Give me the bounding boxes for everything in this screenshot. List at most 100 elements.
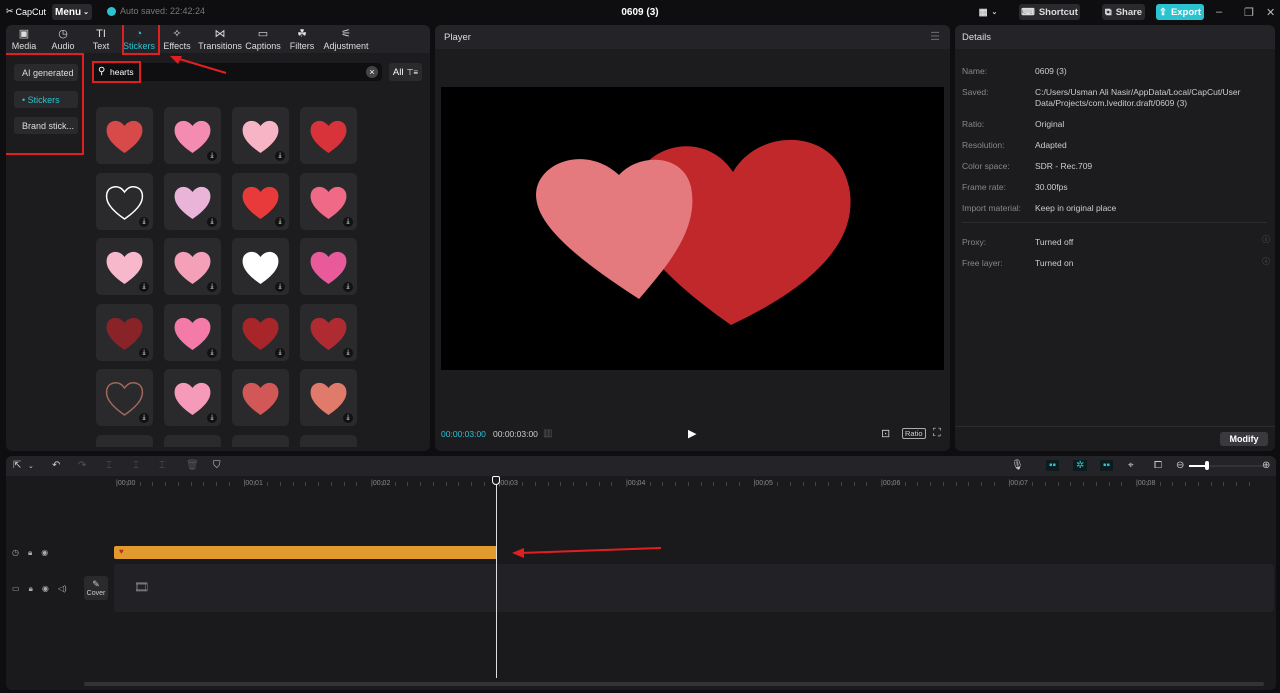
main-video-track[interactable]: 🎞︎ xyxy=(114,564,1274,612)
zoom-in-icon[interactable]: ⊕ xyxy=(1262,460,1270,471)
download-icon[interactable]: ⤓ xyxy=(275,282,285,292)
zoom-fit-icon[interactable]: ⊡ xyxy=(881,427,890,440)
download-icon[interactable]: ⤓ xyxy=(207,282,217,292)
eye-icon[interactable]: ◉ xyxy=(41,548,48,558)
sticker-item[interactable]: ⤓ xyxy=(164,172,221,230)
tab-text[interactable]: TI Text xyxy=(88,25,114,53)
microphone-icon[interactable]: 🎙 xyxy=(1011,460,1024,471)
sidebar-item-brand-stickers[interactable]: Brand stick... xyxy=(14,117,78,134)
timeline-ruler[interactable]: |00:00 |00:01 |00:02 |00:03 |00:04 |00:05 |00:… xyxy=(114,478,1274,490)
tab-transitions[interactable]: ⋈ Transitions xyxy=(198,25,242,53)
split-left-icon[interactable]: ⌶ xyxy=(133,460,139,471)
main-track-magnet-icon[interactable]: ▪▪ xyxy=(1046,460,1060,471)
playhead-handle[interactable] xyxy=(492,476,500,485)
tab-stickers[interactable]: ◔ Stickers xyxy=(122,25,156,53)
tab-filters[interactable]: ☘ Filters xyxy=(288,25,316,53)
split-right-icon[interactable]: ⌶ xyxy=(159,460,165,471)
tab-effects[interactable]: ✧ Effects xyxy=(162,25,192,53)
download-icon[interactable]: ⤓ xyxy=(139,282,149,292)
redo-icon[interactable]: ↷ xyxy=(78,460,86,471)
horizontal-scrollbar[interactable] xyxy=(84,682,1264,686)
menu-icon[interactable]: ☰ xyxy=(930,30,940,43)
download-icon[interactable]: ⤓ xyxy=(139,347,149,358)
tab-media[interactable]: ▣ Media xyxy=(9,25,39,53)
sticker-item[interactable]: ⤓ xyxy=(300,369,357,426)
audio-icon[interactable]: ◁) xyxy=(58,584,67,594)
thumbnail-icon[interactable]: ⧠ xyxy=(1154,460,1162,471)
sticker-item[interactable]: ⤓ xyxy=(232,238,289,295)
timeline-grid-icon[interactable]: ▥ xyxy=(543,428,552,439)
linkage-icon[interactable]: ▪▪ xyxy=(1100,460,1114,471)
cover-button[interactable]: ✎ Cover xyxy=(84,576,108,600)
play-button[interactable]: ▶ xyxy=(688,427,696,440)
sticker-item[interactable]: ⤓ xyxy=(164,238,221,295)
chevron-down-icon[interactable]: ⌄ xyxy=(28,462,34,470)
download-icon[interactable]: ⤓ xyxy=(139,216,149,227)
close-window-button[interactable]: ✕ xyxy=(1266,6,1275,19)
sidebar-item-ai-generated[interactable]: AI generated xyxy=(14,64,78,81)
sticker-item[interactable]: ⤓ xyxy=(96,303,153,361)
select-tool-icon[interactable]: ⇱ xyxy=(13,460,21,471)
info-icon[interactable]: ⓘ xyxy=(1262,234,1270,245)
minimize-button[interactable]: – xyxy=(1216,6,1222,18)
lock-icon[interactable]: 🔒︎ xyxy=(28,548,32,558)
sticker-item[interactable]: ⤓ xyxy=(164,369,221,426)
preview-axis-icon[interactable]: ⌖ xyxy=(1128,460,1134,471)
sticker-item[interactable] xyxy=(96,107,153,164)
tab-captions[interactable]: ▭ Captions xyxy=(244,25,282,53)
undo-icon[interactable]: ↶ xyxy=(52,460,60,471)
video-preview[interactable] xyxy=(441,87,944,370)
sidebar-item-stickers[interactable]: • Stickers xyxy=(14,91,78,108)
clear-search-icon[interactable]: × xyxy=(366,66,378,78)
tab-audio[interactable]: ◷ Audio xyxy=(48,25,78,53)
auto-snap-icon[interactable]: ✲ xyxy=(1073,460,1088,471)
download-icon[interactable]: ⤓ xyxy=(207,216,217,227)
sticker-item[interactable]: ⤓ xyxy=(164,303,221,361)
download-icon[interactable]: ⤓ xyxy=(275,347,285,358)
sticker-item[interactable]: ⤓ xyxy=(232,303,289,361)
eye-icon[interactable]: ◉ xyxy=(42,584,49,594)
sticker-item[interactable] xyxy=(300,107,357,164)
sticker-item[interactable]: ⤓ xyxy=(300,303,357,361)
share-button[interactable]: ⧉ Share xyxy=(1102,4,1145,20)
download-icon[interactable]: ⤓ xyxy=(343,282,353,292)
sticker-clip[interactable]: ♥ xyxy=(114,546,497,559)
download-icon[interactable]: ⤓ xyxy=(207,347,217,358)
marker-icon[interactable]: ⛉ xyxy=(213,460,221,471)
search-input[interactable]: ⚲ hearts × xyxy=(92,63,382,81)
shortcut-button[interactable]: ⌨ Shortcut xyxy=(1019,4,1080,20)
zoom-slider[interactable] xyxy=(1189,461,1265,470)
ratio-button[interactable]: Ratio xyxy=(902,428,926,439)
playhead[interactable] xyxy=(496,478,497,678)
sticker-item[interactable]: ⤓ xyxy=(300,172,357,230)
download-icon[interactable]: ⤓ xyxy=(343,216,353,227)
sticker-item[interactable]: ⤓ xyxy=(96,369,153,426)
download-icon[interactable]: ⤓ xyxy=(343,413,353,423)
sticker-item[interactable]: ⤓ xyxy=(232,172,289,230)
split-icon[interactable]: ⌶ xyxy=(106,460,112,471)
export-button[interactable]: ⇪ Export xyxy=(1156,4,1204,20)
download-icon[interactable]: ⤓ xyxy=(275,151,285,161)
sticker-item[interactable] xyxy=(232,369,289,426)
filter-button[interactable]: All ⊤≡ xyxy=(389,63,422,81)
sticker-item[interactable]: ⤓ xyxy=(96,172,153,230)
modify-button[interactable]: Modify xyxy=(1220,432,1268,446)
zoom-out-icon[interactable]: ⊖ xyxy=(1176,460,1184,471)
sticker-item[interactable]: ⤓ xyxy=(96,238,153,295)
layout-button[interactable]: ▦ ⌄ xyxy=(975,4,1001,20)
sticker-item[interactable]: ⤓ xyxy=(232,107,289,164)
tab-adjustment[interactable]: ⚟ Adjustment xyxy=(322,25,370,53)
download-icon[interactable]: ⤓ xyxy=(207,413,217,423)
delete-icon[interactable]: 🗑 xyxy=(186,460,199,471)
download-icon[interactable]: ⤓ xyxy=(207,151,217,161)
download-icon[interactable]: ⤓ xyxy=(343,347,353,358)
sticker-item[interactable]: ⤓ xyxy=(164,107,221,164)
fullscreen-icon[interactable]: ⛶ xyxy=(933,427,941,440)
sticker-item[interactable]: ⤓ xyxy=(300,238,357,295)
info-icon[interactable]: ⓘ xyxy=(1262,256,1270,267)
download-icon[interactable]: ⤓ xyxy=(275,216,285,227)
zoom-slider-handle[interactable] xyxy=(1205,461,1209,470)
restore-button[interactable]: ❐ xyxy=(1244,6,1254,19)
lock-icon[interactable]: 🔒︎ xyxy=(29,584,33,594)
download-icon[interactable]: ⤓ xyxy=(139,413,149,423)
